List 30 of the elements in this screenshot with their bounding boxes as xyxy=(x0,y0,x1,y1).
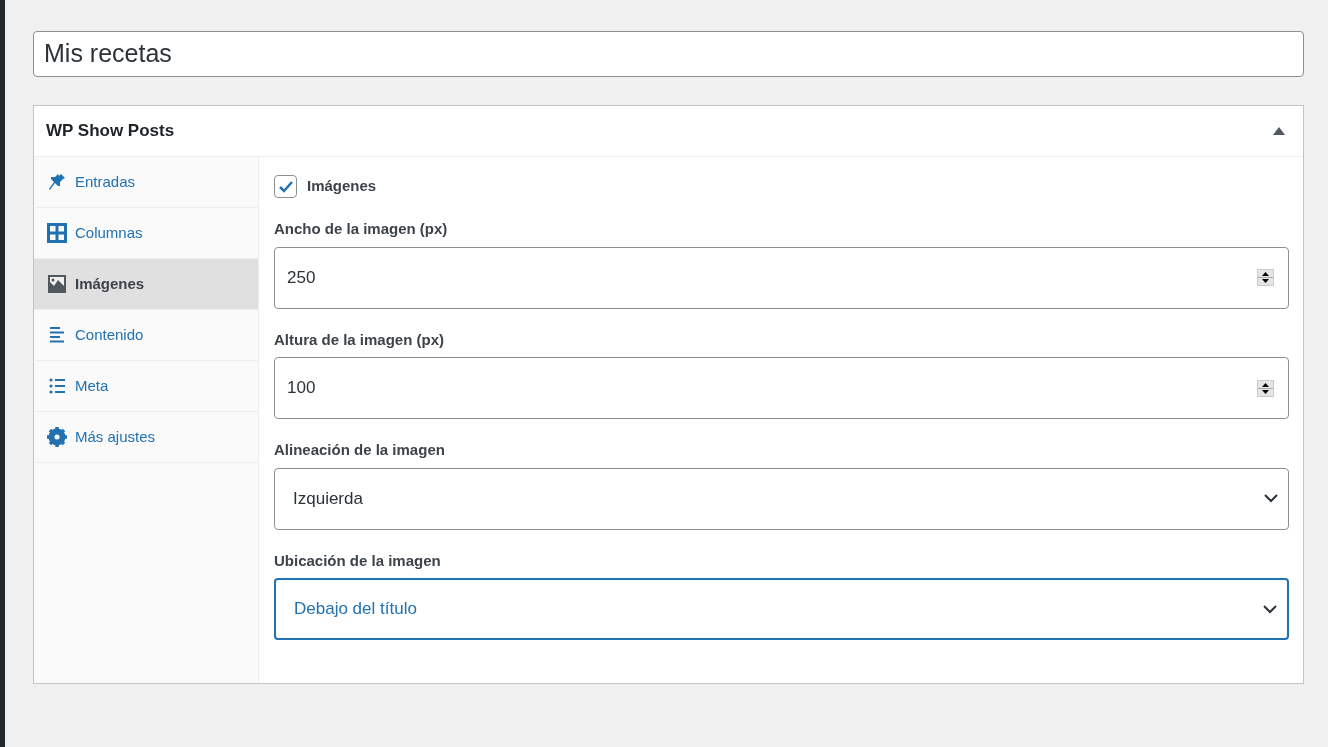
sidebar-tab[interactable]: Imágenes xyxy=(75,272,145,296)
pin-icon xyxy=(47,172,67,192)
sidebar-tab[interactable]: Meta xyxy=(75,374,109,398)
select-field[interactable]: Izquierda xyxy=(274,467,1289,530)
spinner-icon xyxy=(1257,269,1274,286)
chevron-down-icon xyxy=(1263,604,1277,614)
field-label: Ubicación de la imagen xyxy=(274,550,442,571)
panel-title: WP Show Posts xyxy=(46,120,175,143)
number-field[interactable]: 100 xyxy=(274,357,1289,419)
sidebar-tab[interactable]: Más ajustes xyxy=(75,425,156,449)
number-field[interactable]: 250 xyxy=(274,246,1289,309)
chevron-down-icon xyxy=(1264,494,1278,503)
sidebar-tab[interactable]: Columnas xyxy=(75,221,143,245)
align-left-icon xyxy=(47,325,67,345)
checkbox[interactable] xyxy=(274,175,297,198)
field-label: Altura de la imagen (px) xyxy=(274,329,446,350)
grid-icon xyxy=(47,223,67,243)
collapse-caret-icon[interactable] xyxy=(1273,127,1285,135)
list-icon xyxy=(47,376,67,396)
image-icon xyxy=(47,274,67,294)
title-field[interactable]: Mis recetas xyxy=(33,31,1304,77)
gear-icon xyxy=(47,427,67,447)
sidebar-tab[interactable]: Entradas xyxy=(75,170,136,194)
checkmark-icon xyxy=(277,179,294,194)
spinner-icon xyxy=(1257,379,1274,397)
field-label: Alineación de la imagen xyxy=(274,440,446,460)
sidebar-tab[interactable]: Contenido xyxy=(75,323,144,347)
checkbox-label: Imágenes xyxy=(307,176,377,197)
select-field[interactable]: Debajo del título xyxy=(274,578,1289,640)
field-label: Ancho de la imagen (px) xyxy=(274,219,449,239)
